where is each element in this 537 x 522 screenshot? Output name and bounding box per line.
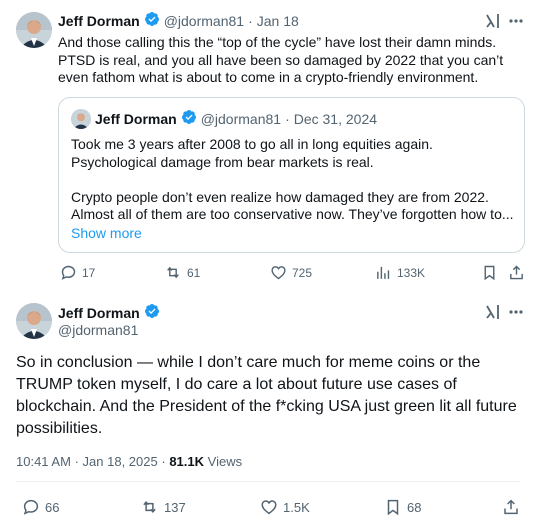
bookmark-button[interactable]: 68	[384, 498, 421, 516]
repost-button[interactable]: 137	[140, 498, 186, 516]
separator-dot: ·	[248, 13, 253, 29]
bookmark-icon	[484, 265, 495, 281]
reply-count: 17	[82, 265, 96, 280]
avatar[interactable]	[16, 303, 52, 339]
quote-text-line	[71, 171, 514, 189]
quote-date: Dec 31, 2024	[293, 111, 378, 127]
bookmark-button[interactable]	[481, 264, 498, 286]
views-button[interactable]: 133K	[375, 264, 425, 281]
separator-dot: ·	[285, 111, 290, 127]
divider	[16, 481, 521, 482]
repost-icon	[143, 500, 156, 514]
reply-button[interactable]: 17	[60, 264, 95, 281]
repost-count: 61	[187, 265, 201, 280]
quote-avatar-image	[71, 109, 91, 129]
verified-badge-icon	[144, 11, 160, 32]
grok-icon[interactable]	[485, 304, 501, 325]
author-handle[interactable]: @jdorman81	[164, 13, 244, 29]
tweet-text-line: possibilities.	[16, 420, 103, 437]
tweet-date[interactable]: Jan 18, 2025	[83, 454, 158, 469]
tweet-text-line: even fathom what is about to come in a c…	[58, 69, 479, 85]
quote-text-line: Psychological damage from bear markets i…	[71, 153, 374, 170]
reply-icon	[61, 265, 76, 280]
avatar[interactable]	[16, 12, 52, 48]
share-button[interactable]	[508, 264, 525, 286]
tweet-meta: 10:41 AM · Jan 18, 2025 · 81.1K Views	[16, 454, 242, 469]
tweet-time[interactable]: 10:41 AM	[16, 454, 71, 469]
author-name[interactable]: Jeff Dorman	[58, 305, 140, 321]
views-chart-icon	[377, 266, 390, 279]
views-label: Views	[207, 454, 243, 469]
views-count: 81.1K	[169, 454, 205, 469]
avatar-image	[16, 303, 52, 339]
verified-badge-icon	[181, 109, 197, 130]
quote-avatar	[71, 109, 91, 129]
quoted-tweet-card[interactable]: Jeff Dorman @jdorman81 · Dec 31, 2024 To…	[58, 97, 525, 253]
quote-author-name: Jeff Dorman	[95, 111, 177, 127]
tweet-text-line: TRUMP token myself, I do care a lot abou…	[16, 376, 457, 393]
quote-text: Took me 3 years after 2008 to go all in …	[71, 136, 514, 224]
verified-badge-icon	[144, 303, 160, 324]
avatar-image	[16, 12, 52, 48]
repost-count: 137	[164, 499, 186, 515]
like-count: 1.5K	[283, 499, 310, 515]
author-name[interactable]: Jeff Dorman	[58, 13, 140, 29]
reply-icon	[23, 499, 39, 515]
views-count: 133K	[397, 265, 426, 280]
share-button[interactable]	[502, 498, 520, 521]
heart-icon	[261, 500, 277, 515]
reply-count: 66	[45, 499, 60, 515]
like-button[interactable]: 1.5K	[260, 498, 310, 516]
show-more-link[interactable]: Show more	[71, 225, 142, 241]
share-icon	[510, 265, 523, 280]
grok-icon[interactable]	[485, 13, 501, 34]
quote-author-handle: @jdorman81	[200, 111, 282, 127]
tweet-date[interactable]: Jan 18	[257, 13, 299, 29]
tweet-text-line: blockchain. And the President of the f*c…	[16, 398, 517, 415]
heart-icon	[271, 266, 286, 280]
like-count: 725	[292, 265, 313, 280]
repost-icon	[167, 266, 179, 279]
quote-text-line: Almost all of them are too conservative …	[71, 206, 514, 222]
quote-text-line: Took me 3 years after 2008 to go all in …	[71, 136, 433, 152]
bookmark-icon	[387, 499, 399, 516]
repost-button[interactable]: 61	[164, 264, 200, 281]
tweet-text: And those calling this the “top of the c…	[58, 34, 503, 87]
tweet-text: So in conclusion — while I don’t care mu…	[16, 352, 517, 440]
tweet-text-line: And those calling this the “top of the c…	[58, 34, 497, 50]
separator-dot: ·	[74, 454, 79, 469]
tweet-text-line: PTSD is real, and you all have been so d…	[58, 51, 504, 68]
bookmark-count: 68	[407, 499, 422, 515]
more-options-icon[interactable]	[508, 13, 524, 34]
share-icon	[504, 499, 518, 515]
separator-dot: ·	[161, 454, 166, 469]
tweet-text-line: So in conclusion — while I don’t care mu…	[16, 354, 481, 371]
like-button[interactable]: 725	[270, 264, 312, 281]
reply-button[interactable]: 66	[22, 498, 59, 516]
quote-text-line: Crypto people don’t even realize how dam…	[71, 188, 489, 205]
more-options-icon[interactable]	[508, 304, 524, 325]
author-handle[interactable]: @jdorman81	[58, 322, 138, 338]
